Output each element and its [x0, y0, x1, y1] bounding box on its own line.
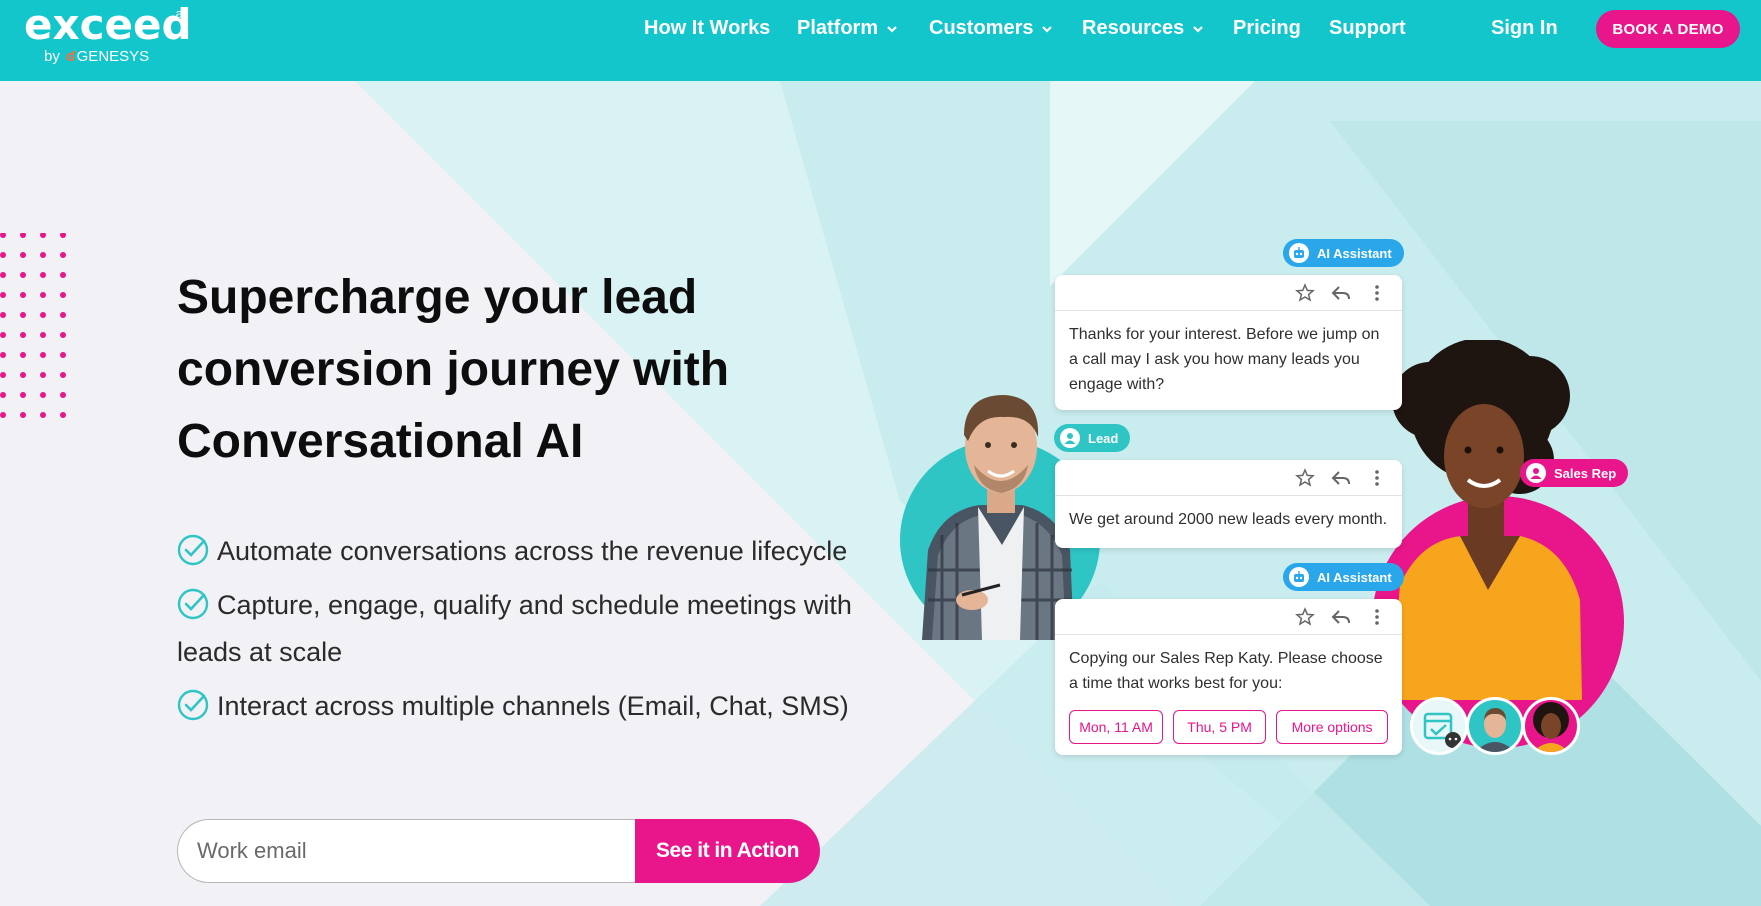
nav-how-it-works-label: How It Works	[644, 17, 771, 39]
message-toolbar	[1055, 460, 1402, 496]
robot-icon	[1289, 567, 1309, 587]
feature-text: Automate conversations across the revenu…	[217, 536, 848, 566]
ai-assistant-tag-label: AI Assistant	[1317, 245, 1392, 261]
robot-icon	[1289, 243, 1309, 263]
lead-tag-label: Lead	[1088, 430, 1119, 446]
check-circle-icon	[177, 689, 209, 721]
feature-item: Interact across multiple channels (Email…	[177, 683, 897, 730]
feature-item: Automate conversations across the revenu…	[177, 528, 897, 575]
participant-avatars	[1410, 697, 1580, 755]
check-circle-icon	[177, 534, 209, 566]
site-header: exceed .ai by ʛ GENESYS How It Works Platf…	[0, 0, 1761, 81]
hero-headline: Supercharge your lead conversion journey…	[177, 271, 730, 468]
sign-in-label: Sign In	[1491, 17, 1558, 39]
time-option-button[interactable]: Thu, 5 PM	[1173, 710, 1267, 744]
feature-item: Capture, engage, qualify and schedule me…	[177, 582, 897, 676]
nav-platform[interactable]: Platform	[797, 17, 898, 40]
ai-assistant-tag: AI Assistant	[1283, 563, 1404, 591]
star-icon[interactable]	[1295, 607, 1315, 627]
nav-customers-label: Customers	[929, 17, 1034, 39]
nav-resources-label: Resources	[1082, 17, 1185, 39]
lead-tag: Lead	[1054, 424, 1131, 452]
message-text: Copying our Sales Rep Katy. Please choos…	[1055, 635, 1402, 756]
chat-message-card: We get around 2000 new leads every month…	[1055, 460, 1402, 548]
reply-icon[interactable]	[1331, 607, 1351, 627]
message-text: We get around 2000 new leads every month…	[1069, 511, 1388, 528]
more-options-icon[interactable]	[1367, 607, 1387, 627]
check-circle-icon	[177, 588, 209, 620]
decorative-dot-grid	[0, 232, 80, 428]
star-icon[interactable]	[1295, 283, 1315, 303]
sales-rep-person-image	[1370, 338, 1600, 705]
more-options-icon[interactable]	[1367, 283, 1387, 303]
chevron-down-icon	[1192, 23, 1204, 35]
logo-brand-text: GENESYS	[76, 48, 150, 65]
feature-list: Automate conversations across the revenu…	[177, 528, 897, 737]
sales-rep-avatar	[1522, 697, 1580, 755]
lead-avatar	[1466, 697, 1524, 755]
feature-text: Interact across multiple channels (Email…	[217, 691, 849, 721]
time-option-button[interactable]: Mon, 11 AM	[1069, 710, 1164, 744]
star-icon[interactable]	[1295, 468, 1315, 488]
message-text: Thanks for your interest. Before we jump…	[1069, 326, 1380, 393]
nav-how-it-works[interactable]: How It Works	[644, 17, 770, 40]
user-icon	[1526, 463, 1546, 483]
ai-assistant-tag-label: AI Assistant	[1317, 569, 1392, 585]
nav-pricing-label: Pricing	[1233, 17, 1301, 39]
logo-ai-suffix: .ai	[172, 6, 186, 21]
see-it-in-action-button[interactable]: See it in Action	[635, 819, 820, 883]
time-option-list: Mon, 11 AM Thu, 5 PM More options	[1069, 710, 1388, 744]
sales-rep-tag-label: Sales Rep	[1554, 465, 1617, 481]
reply-icon[interactable]	[1331, 468, 1351, 488]
nav-resources[interactable]: Resources	[1082, 17, 1204, 40]
calendar-icon	[1410, 697, 1468, 755]
message-toolbar	[1055, 599, 1402, 635]
genesys-icon: ʛ	[65, 48, 75, 65]
message-toolbar	[1055, 275, 1402, 311]
chat-message-card: Copying our Sales Rep Katy. Please choos…	[1055, 599, 1402, 755]
sales-rep-tag: Sales Rep	[1520, 459, 1629, 487]
reply-icon[interactable]	[1331, 283, 1351, 303]
work-email-input[interactable]	[177, 819, 637, 883]
logo-wordmark: exceed	[24, 0, 192, 49]
exceed-logo[interactable]: exceed .ai by ʛ GENESYS	[24, 0, 192, 66]
logo-by-text: by	[44, 48, 60, 65]
nav-platform-label: Platform	[797, 17, 879, 39]
nav-support-label: Support	[1329, 17, 1406, 39]
sign-in-link[interactable]: Sign In	[1491, 17, 1558, 40]
email-signup-form: See it in Action	[177, 819, 820, 883]
feature-text: Capture, engage, qualify and schedule me…	[177, 590, 852, 667]
nav-customers[interactable]: Customers	[929, 17, 1053, 40]
book-demo-button[interactable]: BOOK A DEMO	[1596, 10, 1740, 48]
more-options-button[interactable]: More options	[1276, 710, 1388, 744]
nav-support[interactable]: Support	[1329, 17, 1406, 40]
user-icon	[1060, 428, 1080, 448]
chat-message-card: Thanks for your interest. Before we jump…	[1055, 275, 1402, 410]
message-text-content: Copying our Sales Rep Katy. Please choos…	[1069, 650, 1383, 692]
more-options-icon[interactable]	[1367, 468, 1387, 488]
logo-byline: by ʛ GENESYS	[44, 48, 192, 65]
nav-pricing[interactable]: Pricing	[1233, 17, 1301, 40]
chevron-down-icon	[1041, 23, 1053, 35]
chevron-down-icon	[886, 23, 898, 35]
ai-assistant-tag: AI Assistant	[1283, 239, 1404, 267]
